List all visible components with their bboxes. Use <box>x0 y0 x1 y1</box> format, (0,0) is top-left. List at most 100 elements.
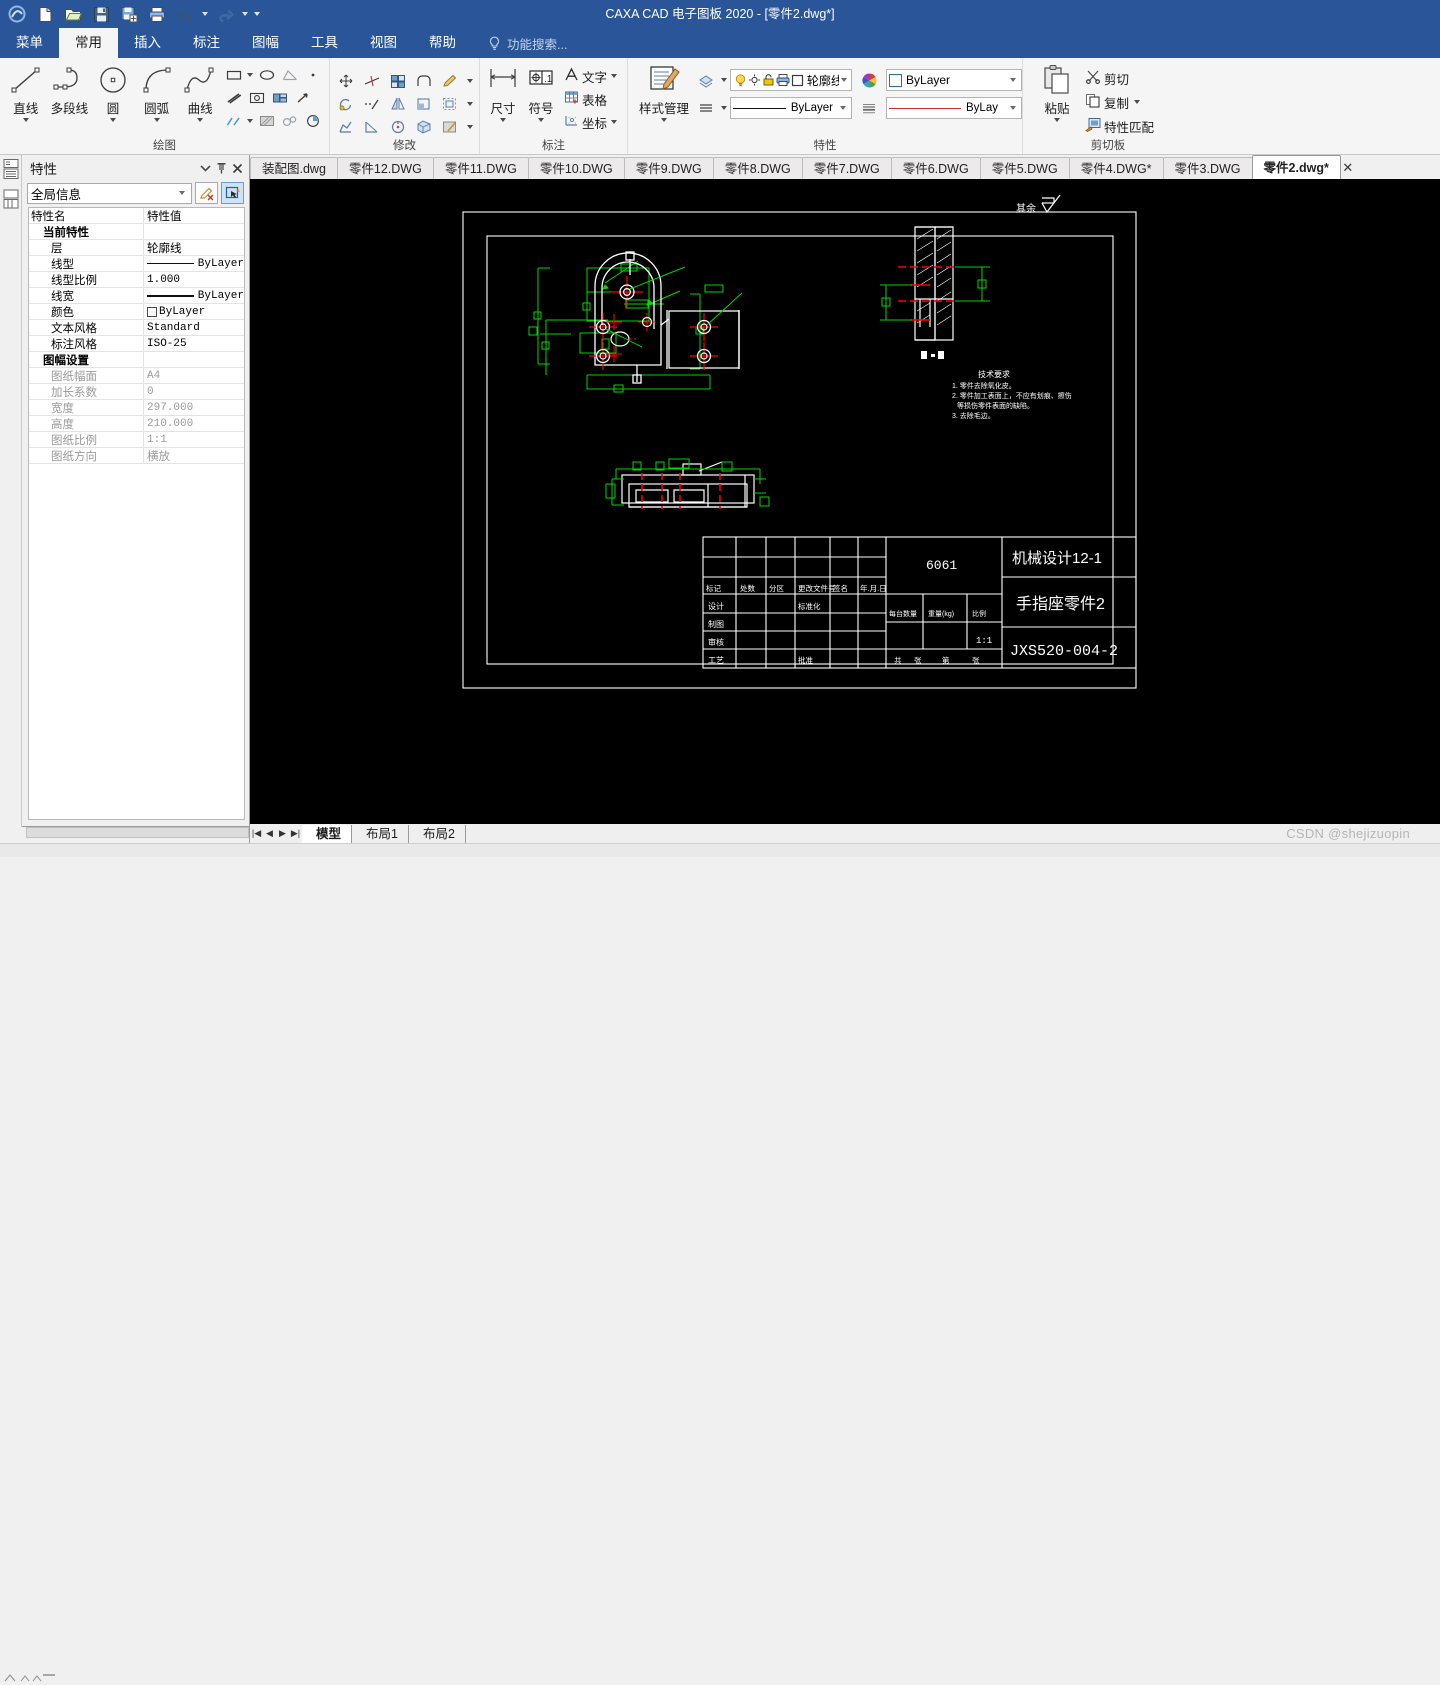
rectangle-dropdown-icon[interactable] <box>246 64 255 86</box>
break-icon[interactable] <box>361 116 383 138</box>
print-icon[interactable] <box>144 2 170 26</box>
table-icon[interactable] <box>269 87 291 109</box>
array-icon[interactable] <box>387 70 409 92</box>
chevron-down-icon[interactable] <box>197 118 204 122</box>
color-selector[interactable]: ByLayer <box>886 69 1023 91</box>
ribbon-tab-view[interactable]: 视图 <box>354 28 413 58</box>
chevron-down-icon[interactable] <box>1054 118 1060 122</box>
doc-tab-4[interactable]: 零件9.DWG <box>623 157 714 179</box>
modify-row3-dropdown-icon[interactable] <box>465 116 474 138</box>
layer-properties-dropdown-icon[interactable] <box>719 69 728 91</box>
chevron-down-icon[interactable] <box>537 118 544 122</box>
rectangle-icon[interactable] <box>223 64 245 86</box>
fillet-icon[interactable] <box>413 70 435 92</box>
coordinate-button[interactable]: 坐标 <box>561 111 622 133</box>
table-insert-button[interactable]: 表格 <box>561 88 622 110</box>
offset-icon[interactable] <box>439 93 461 115</box>
new-file-icon[interactable] <box>32 2 58 26</box>
center-line-icon[interactable] <box>223 110 245 132</box>
coordinate-dropdown-icon[interactable] <box>610 111 619 133</box>
color-box-icon[interactable] <box>791 70 805 90</box>
linetype-list-icon[interactable] <box>695 97 717 119</box>
chevron-down-icon[interactable] <box>22 118 29 122</box>
pie-icon[interactable] <box>302 110 324 132</box>
drawing-canvas[interactable]: 其余 技术要求 1. 零件去除氧化皮。 2. 零件加工表面上，不应有划痕、擦伤 … <box>250 179 1440 823</box>
dimension-button[interactable]: 尺寸 <box>485 61 521 122</box>
doc-tab-3[interactable]: 零件10.DWG <box>527 157 625 179</box>
chevron-down-icon[interactable] <box>499 118 506 122</box>
text-button[interactable]: 文字 <box>561 65 622 87</box>
doc-tab-7[interactable]: 零件6.DWG <box>890 157 981 179</box>
dock-tab-properties[interactable] <box>0 155 21 186</box>
lineweight-dropdown-icon[interactable] <box>1007 106 1019 110</box>
image-icon[interactable] <box>246 87 268 109</box>
ribbon-tab-common[interactable]: 常用 <box>59 28 118 58</box>
extend-icon[interactable] <box>361 93 383 115</box>
property-row-height[interactable]: 高度 210.000 <box>29 416 244 432</box>
dock-tab-layers[interactable] <box>0 186 21 215</box>
point-icon[interactable] <box>302 64 324 86</box>
properties-group-sheet[interactable]: 图幅设置 <box>29 352 244 368</box>
polygon-icon[interactable] <box>279 64 301 86</box>
hatch-fill-icon[interactable] <box>256 110 278 132</box>
layer-selector[interactable]: 轮廓线 <box>730 69 853 91</box>
chevron-down-icon[interactable] <box>176 191 188 195</box>
lightbulb-icon[interactable] <box>733 70 747 90</box>
linetype-list-dropdown-icon[interactable] <box>719 97 728 119</box>
hatch-line-icon[interactable] <box>223 87 245 109</box>
property-row-sheet-scale[interactable]: 图纸比例 1:1 <box>29 432 244 448</box>
color-wheel-icon[interactable] <box>858 69 880 91</box>
ellipse-icon[interactable] <box>256 64 278 86</box>
panel-close-icon[interactable] <box>229 159 245 177</box>
linetype-dropdown-icon[interactable] <box>837 106 849 110</box>
layout-tab-layout1[interactable]: 布局1 <box>352 824 409 843</box>
text-dropdown-icon[interactable] <box>610 65 619 87</box>
draw-spline-button[interactable]: 曲线 <box>179 61 221 122</box>
ribbon-tab-help[interactable]: 帮助 <box>413 28 472 58</box>
edit-icon[interactable] <box>439 70 461 92</box>
chevron-down-icon[interactable] <box>109 118 116 122</box>
function-search-input[interactable]: 功能搜索... <box>488 28 567 58</box>
property-row-text-style[interactable]: 文本风格 Standard <box>29 320 244 336</box>
customize-qat-icon[interactable] <box>252 2 262 26</box>
lineweight-list-icon[interactable] <box>858 97 880 119</box>
doc-tab-11[interactable]: 零件2.dwg* <box>1251 155 1341 179</box>
modify-row2-dropdown-icon[interactable] <box>465 93 474 115</box>
pick-properties-icon[interactable] <box>221 182 244 204</box>
stretch-icon[interactable] <box>335 116 357 138</box>
lineweight-selector[interactable]: ByLay <box>886 97 1023 119</box>
nav-first-icon[interactable]: |◀ <box>250 825 263 843</box>
ribbon-tab-tools[interactable]: 工具 <box>295 28 354 58</box>
layout-tab-model[interactable]: 模型 <box>302 824 353 843</box>
nav-last-icon[interactable]: ▶| <box>289 825 302 843</box>
scale-icon[interactable] <box>387 116 409 138</box>
lock-icon[interactable] <box>762 70 776 90</box>
draw-circle-button[interactable]: 圆 <box>92 61 134 122</box>
center-line-dropdown-icon[interactable] <box>246 110 255 132</box>
property-row-dim-style[interactable]: 标注风格 ISO-25 <box>29 336 244 352</box>
doc-tab-6[interactable]: 零件7.DWG <box>801 157 892 179</box>
command-prompt[interactable] <box>0 1673 57 1685</box>
open-file-icon[interactable] <box>60 2 86 26</box>
property-row-color[interactable]: 颜色 ByLayer <box>29 304 244 320</box>
undo-dropdown-icon[interactable] <box>200 2 210 26</box>
copy-button[interactable]: 复制 <box>1082 91 1157 113</box>
doc-tab-9[interactable]: 零件4.DWG* <box>1068 157 1164 179</box>
chevron-down-icon[interactable] <box>153 118 160 122</box>
printer-icon[interactable] <box>776 70 790 90</box>
undo-icon[interactable] <box>172 2 198 26</box>
property-row-linetype-scale[interactable]: 线型比例 1.000 <box>29 272 244 288</box>
property-row-orientation[interactable]: 图纸方向 横放 <box>29 448 244 464</box>
ribbon-tab-menu[interactable]: 菜单 <box>0 28 59 58</box>
close-icon[interactable]: ✕ <box>1340 157 1356 179</box>
doc-tab-10[interactable]: 零件3.DWG <box>1162 157 1253 179</box>
save-file-icon[interactable] <box>88 2 114 26</box>
paste-button[interactable]: 粘贴 <box>1036 61 1078 122</box>
mirror-icon[interactable] <box>387 93 409 115</box>
ribbon-tab-sheet[interactable]: 图幅 <box>236 28 295 58</box>
save-as-icon[interactable] <box>116 2 142 26</box>
symbol-button[interactable]: .1 符号 <box>523 61 559 122</box>
sun-icon[interactable] <box>747 70 761 90</box>
color-dropdown-icon[interactable] <box>1007 78 1019 82</box>
copy-3d-icon[interactable] <box>413 116 435 138</box>
